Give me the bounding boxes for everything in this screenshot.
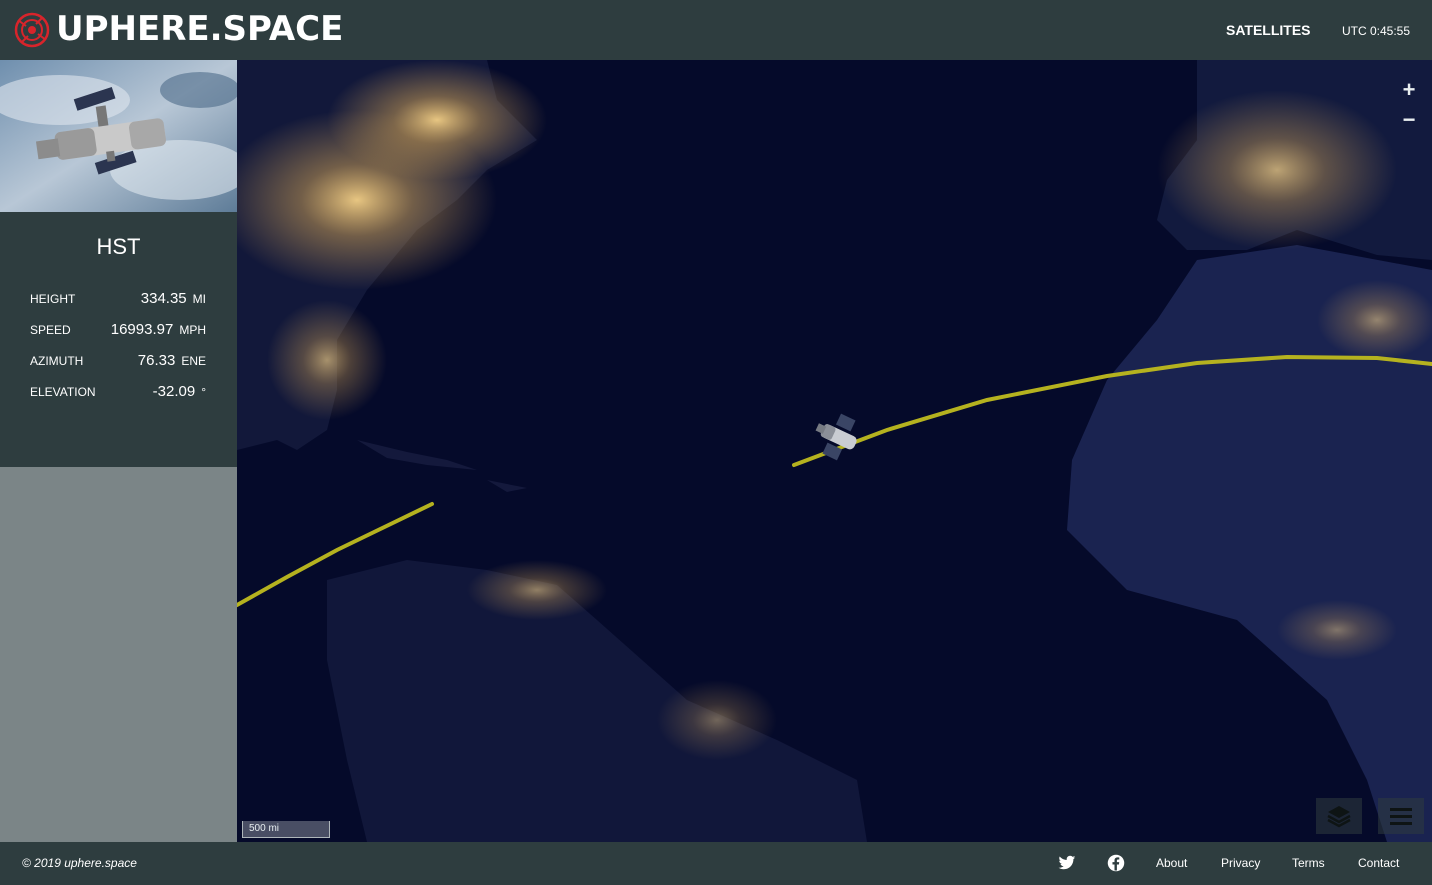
- copyright-text: © 2019 uphere.space: [22, 856, 137, 870]
- footer: © 2019 uphere.space About Privacy Terms …: [0, 842, 1432, 885]
- world-map[interactable]: + − 500 mi: [237, 60, 1432, 842]
- top-header: UPHERE.SPACE SATELLITES UTC 0:45:55: [0, 0, 1432, 60]
- night-earth-map[interactable]: [237, 60, 1432, 842]
- city-lights-west-africa: [1277, 600, 1397, 660]
- city-lights-europe: [1157, 90, 1397, 250]
- stat-unit: MI: [192, 292, 206, 306]
- stat-label: SPEED: [30, 323, 71, 337]
- stat-value: 16993.97: [110, 321, 174, 338]
- uphere-logo-icon[interactable]: [14, 12, 50, 48]
- satellite-name: HST: [96, 234, 141, 259]
- city-lights-northeast: [327, 60, 547, 180]
- stat-unit: ENE: [181, 354, 206, 368]
- stat-label: HEIGHT: [30, 292, 76, 306]
- menu-icon: [1390, 808, 1412, 825]
- layers-button[interactable]: [1316, 798, 1362, 834]
- utc-clock: UTC 0:45:55: [1342, 24, 1411, 38]
- stat-unit: °: [201, 385, 206, 399]
- stat-value: 76.33: [137, 352, 176, 369]
- nav-satellites-link[interactable]: SATELLITES: [1226, 20, 1311, 40]
- zoom-in-button[interactable]: +: [1394, 76, 1424, 106]
- satellite-photo: [0, 60, 237, 212]
- footer-link-contact[interactable]: Contact: [1358, 855, 1399, 871]
- stat-azimuth: AZIMUTH 76.33 ENE: [30, 352, 206, 376]
- twitter-icon[interactable]: [1058, 854, 1076, 872]
- stat-value: 334.35: [140, 290, 187, 307]
- stat-label: AZIMUTH: [30, 354, 84, 368]
- facebook-icon[interactable]: [1107, 854, 1125, 872]
- menu-button[interactable]: [1378, 798, 1424, 834]
- map-scale-bar: 500 mi: [242, 821, 330, 838]
- stat-height: HEIGHT 334.35 MI: [30, 290, 206, 314]
- stat-label: ELEVATION: [30, 385, 96, 399]
- footer-link-about[interactable]: About: [1156, 855, 1187, 871]
- zoom-controls: + −: [1394, 76, 1424, 136]
- stat-unit: MPH: [179, 323, 206, 337]
- stat-value: -32.09: [152, 383, 196, 400]
- satellite-info-panel: HST HEIGHT 334.35 MI SPEED 16993.97 MPH AZ…: [0, 212, 237, 467]
- footer-link-privacy[interactable]: Privacy: [1221, 855, 1260, 871]
- stat-speed: SPEED 16993.97 MPH: [30, 321, 206, 345]
- zoom-out-button[interactable]: −: [1394, 106, 1424, 136]
- city-lights-north-africa: [1317, 280, 1432, 360]
- city-lights-brazil: [657, 680, 777, 760]
- stat-elevation: ELEVATION -32.09 °: [30, 383, 206, 407]
- city-lights-florida: [267, 300, 387, 420]
- footer-link-terms[interactable]: Terms: [1292, 855, 1325, 871]
- satellite-sidebar: HST HEIGHT 334.35 MI SPEED 16993.97 MPH AZ…: [0, 60, 237, 842]
- brand-name[interactable]: UPHERE.SPACE: [56, 8, 343, 50]
- city-lights-venezuela: [467, 560, 607, 620]
- layers-icon: [1327, 806, 1351, 828]
